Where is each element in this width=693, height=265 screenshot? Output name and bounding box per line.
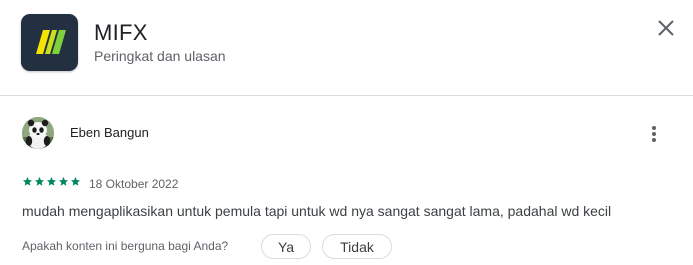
app-title: MIFX: [94, 20, 148, 45]
star-rating: [22, 176, 81, 188]
panda-avatar-icon: [22, 117, 54, 149]
star-icon: [22, 176, 33, 186]
more-vert-icon: [652, 126, 656, 130]
more-options-button[interactable]: [643, 122, 665, 146]
helpful-question: Apakah konten ini berguna bagi Anda?: [22, 239, 229, 253]
reviewer-name: Eben Bangun: [70, 125, 149, 140]
dialog-header: MIFX Peringkat dan ulasan: [0, 0, 693, 96]
star-icon: [70, 176, 81, 186]
mifx-logo-icon: [36, 30, 66, 54]
app-icon: [21, 14, 78, 71]
header-divider: [0, 95, 693, 96]
helpful-no-button[interactable]: Tidak: [322, 234, 392, 259]
helpful-yes-button[interactable]: Ya: [261, 234, 311, 259]
review-date: 18 Oktober 2022: [89, 177, 179, 191]
avatar: [22, 117, 54, 149]
close-button[interactable]: [652, 14, 680, 42]
review-text: mudah mengaplikasikan untuk pemula tapi …: [22, 203, 612, 219]
page-subtitle: Peringkat dan ulasan: [94, 48, 226, 64]
star-icon: [46, 176, 57, 186]
star-icon: [58, 176, 69, 186]
close-icon: [658, 20, 674, 36]
star-icon: [34, 176, 45, 186]
